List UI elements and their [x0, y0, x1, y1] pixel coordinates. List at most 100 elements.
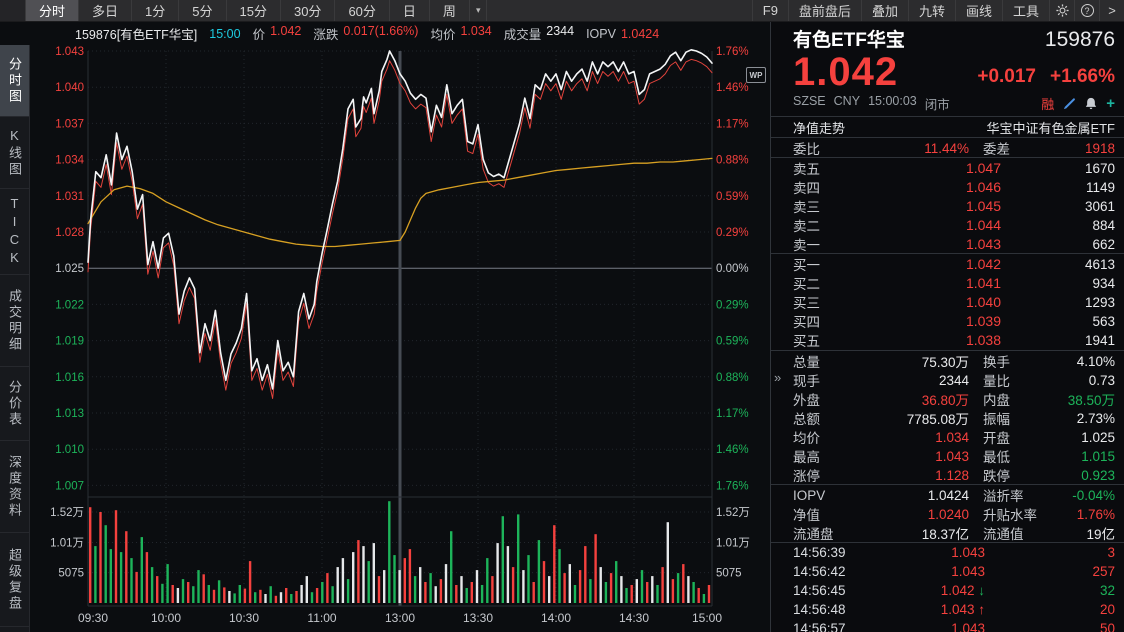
- bid-row[interactable]: 买四1.039563: [771, 311, 1124, 330]
- period-tabs: 分时多日1分5分15分30分60分日周: [26, 0, 470, 21]
- percent-axis-label: 0.00%: [716, 263, 749, 275]
- period-tab-分时[interactable]: 分时: [26, 0, 79, 21]
- dropdown-caret-icon[interactable]: ▾: [470, 0, 488, 21]
- time-axis-label: 14:00: [541, 611, 571, 625]
- volume-axis-label: 1.01万: [50, 538, 84, 550]
- bid-row[interactable]: 买五1.0381941: [771, 330, 1124, 349]
- stats-grid: 总量75.30万 换手4.10% 现手2344 量比0.73 外盘36.80万 …: [771, 350, 1124, 542]
- percent-axis-label: 1.17%: [716, 408, 749, 420]
- percent-axis-label: 0.88%: [716, 155, 749, 167]
- bell-icon[interactable]: [1085, 97, 1097, 110]
- bid-row[interactable]: 买一1.0424613: [771, 254, 1124, 273]
- ask-row[interactable]: 卖二1.044884: [771, 215, 1124, 234]
- margin-badge[interactable]: 融: [1041, 94, 1054, 113]
- bid-row[interactable]: 买三1.0401293: [771, 292, 1124, 311]
- time-axis-label: 11:00: [307, 611, 336, 625]
- trading-app: 分时多日1分5分15分30分60分日周 ▾ F9盘前盘后叠加九转画线工具 ? >…: [0, 0, 1124, 632]
- percent-axis-label: 0.59%: [716, 336, 749, 348]
- toolbar-menu-九转[interactable]: 九转: [908, 0, 955, 21]
- wp-logo-icon: WP: [746, 67, 766, 83]
- ask-levels: 卖五1.0471670 卖四1.0461149 卖三1.0453061 卖二1.…: [771, 158, 1124, 253]
- volume-axis-label: 1.52万: [716, 507, 750, 519]
- sidebar-item-分时图[interactable]: 分时图: [0, 45, 29, 117]
- nav-trend-label: 净值走势: [793, 118, 845, 137]
- sidebar-item-成交明细[interactable]: 成交明细: [0, 275, 29, 367]
- stock-name: 有色ETF华宝: [793, 25, 905, 52]
- percent-axis-label: 0.29%: [716, 299, 749, 311]
- period-tab-15分[interactable]: 15分: [227, 0, 281, 21]
- sidebar-item-超级复盘[interactable]: 超级复盘: [0, 533, 29, 627]
- nav-trend-row[interactable]: 净值走势 华宝中证有色金属ETF: [771, 117, 1124, 137]
- price-axis-label: 1.010: [55, 444, 84, 456]
- ask-row[interactable]: 卖五1.0471670: [771, 158, 1124, 177]
- intraday-chart[interactable]: 1.0431.76%1.0401.46%1.0371.17%1.0340.88%…: [30, 45, 770, 632]
- chevron-right-icon[interactable]: >: [1099, 0, 1124, 21]
- stat-row: 现手2344 量比0.73: [771, 370, 1124, 389]
- chart-canvas[interactable]: 1.0431.76%1.0401.46%1.0371.17%1.0340.88%…: [30, 45, 770, 632]
- period-tab-30分[interactable]: 30分: [281, 0, 335, 21]
- price-axis-label: 1.007: [55, 480, 84, 492]
- toolbar-left-pad: [0, 0, 26, 21]
- market-info: SZSECNY 15:00:03闭市: [793, 94, 950, 113]
- percent-axis-label: 1.46%: [716, 82, 749, 94]
- percent-axis-label: 0.88%: [716, 372, 749, 384]
- percent-axis-label: 1.76%: [716, 46, 749, 58]
- help-icon[interactable]: ?: [1074, 0, 1099, 21]
- trade-row: 14:56:42 1.043 257: [771, 562, 1124, 581]
- period-tab-周[interactable]: 周: [430, 0, 470, 21]
- sidebar-item-深度资料[interactable]: 深度资料: [0, 441, 29, 533]
- price-change: +0.017+1.66%: [977, 66, 1115, 92]
- percent-axis-label: 0.29%: [716, 227, 749, 239]
- time-axis-label: 14:30: [619, 611, 649, 625]
- arrow-up-icon: ↑: [978, 602, 985, 617]
- add-icon[interactable]: +: [1106, 95, 1115, 112]
- gear-icon[interactable]: [1049, 0, 1074, 21]
- volume-axis-label: 5075: [716, 568, 742, 580]
- time-axis-label: 13:00: [385, 611, 415, 625]
- edit-icon[interactable]: [1063, 97, 1076, 110]
- infobar-avg: 均价1.034: [430, 24, 491, 43]
- sidebar-item-TICK[interactable]: TICK: [0, 189, 29, 275]
- percent-axis-label: 1.17%: [716, 118, 749, 130]
- bid-row[interactable]: 买二1.041934: [771, 273, 1124, 292]
- stat-row: 总额7785.08万 振幅2.73%: [771, 408, 1124, 427]
- view-sidebar: 分时图K线图TICK成交明细分价表深度资料超级复盘: [0, 45, 30, 632]
- period-tab-60分[interactable]: 60分: [335, 0, 389, 21]
- volume-axis-label: 1.52万: [50, 507, 84, 519]
- trade-tape[interactable]: 14:56:39 1.043 3 14:56:42 1.043 257 14:5…: [771, 543, 1124, 632]
- infobar-price: 价1.042: [253, 24, 302, 43]
- toolbar-menu-盘前盘后[interactable]: 盘前盘后: [788, 0, 861, 21]
- stat-row: 外盘36.80万 内盘38.50万: [771, 389, 1124, 408]
- chart-info-bar: 159876[有色ETF华宝] 15:00 价1.042 涨跌0.017(1.6…: [0, 22, 770, 45]
- time-axis-label: 13:30: [463, 611, 493, 625]
- period-tab-多日[interactable]: 多日: [79, 0, 132, 21]
- toolbar-menu-F9[interactable]: F9: [752, 0, 788, 21]
- period-toolbar: 分时多日1分5分15分30分60分日周 ▾ F9盘前盘后叠加九转画线工具 ? >: [0, 0, 1124, 22]
- period-tab-日[interactable]: 日: [390, 0, 430, 21]
- toolbar-menu-工具[interactable]: 工具: [1002, 0, 1049, 21]
- stat-row: 均价1.034 开盘1.025: [771, 427, 1124, 446]
- sidebar-item-K线图[interactable]: K线图: [0, 117, 29, 189]
- ask-row[interactable]: 卖三1.0453061: [771, 196, 1124, 215]
- stat-row: 涨停1.128 跌停0.923: [771, 465, 1124, 484]
- ask-row[interactable]: 卖一1.043662: [771, 234, 1124, 253]
- time-axis-label: 15:00: [692, 611, 722, 625]
- period-tab-1分[interactable]: 1分: [132, 0, 179, 21]
- ask-row[interactable]: 卖四1.0461149: [771, 177, 1124, 196]
- price-axis-label: 1.013: [55, 408, 84, 420]
- toolbar-menus: F9盘前盘后叠加九转画线工具: [752, 0, 1049, 21]
- toolbar-menu-叠加[interactable]: 叠加: [861, 0, 908, 21]
- stat-row: 流通盘18.37亿 流通值19亿: [771, 523, 1124, 542]
- collapse-arrow-icon[interactable]: »: [774, 370, 781, 385]
- toolbar-menu-画线[interactable]: 画线: [955, 0, 1002, 21]
- infobar-symbol: 159876[有色ETF华宝]: [75, 24, 197, 43]
- price-axis-label: 1.031: [55, 191, 84, 203]
- percent-axis-label: 1.46%: [716, 444, 749, 456]
- sidebar-item-分价表[interactable]: 分价表: [0, 367, 29, 441]
- last-price: 1.042: [793, 52, 898, 92]
- price-axis-label: 1.022: [55, 299, 84, 311]
- stat-row: 最高1.043 最低1.015: [771, 446, 1124, 465]
- commission-ratio-value: 11.44%: [841, 141, 969, 156]
- infobar-iopv: IOPV1.0424: [586, 27, 659, 41]
- period-tab-5分[interactable]: 5分: [179, 0, 226, 21]
